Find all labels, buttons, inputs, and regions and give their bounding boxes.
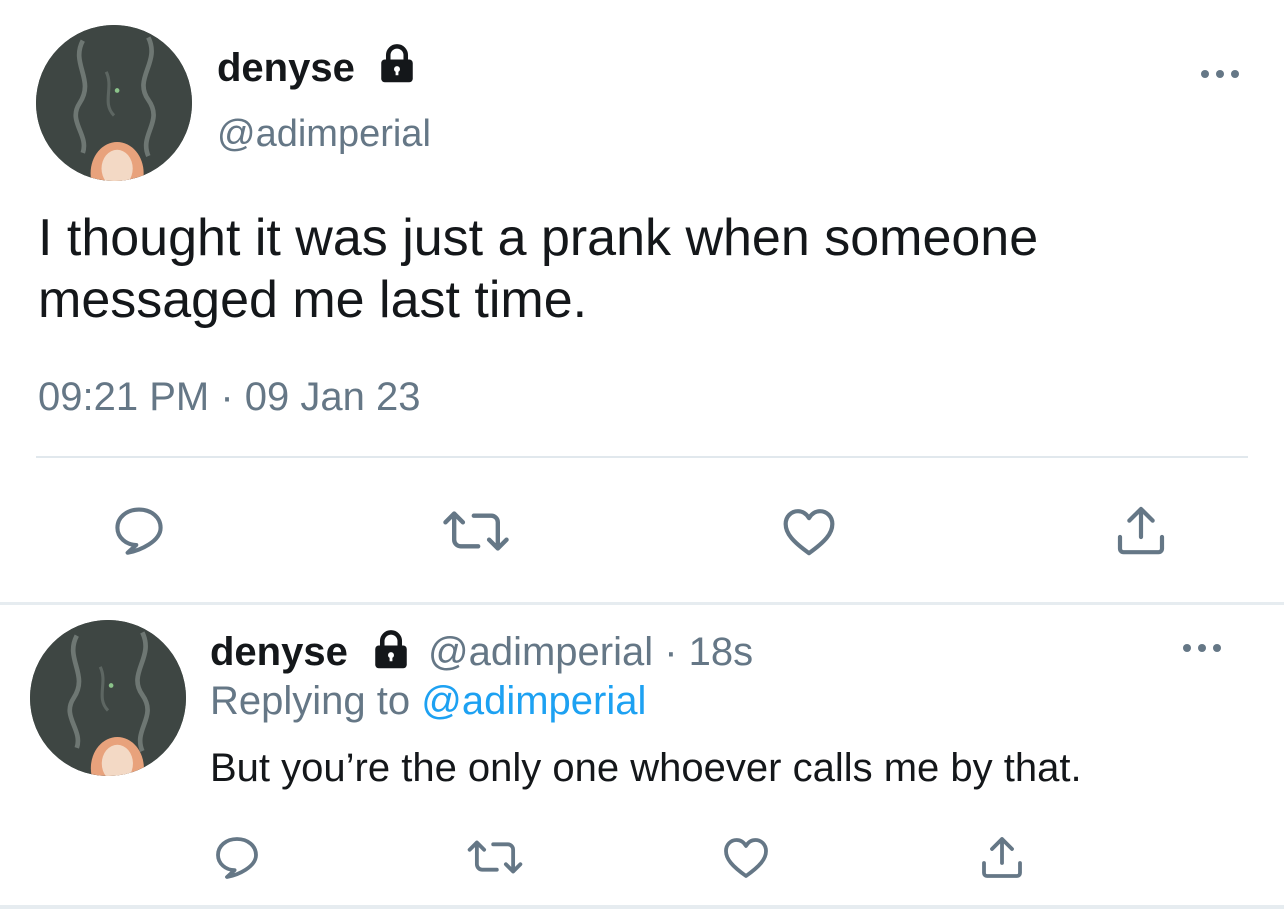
- reply-tweet-text: But you’re the only one whoever calls me…: [210, 746, 1082, 790]
- like-icon[interactable]: [781, 505, 837, 557]
- more-options-icon[interactable]: [1198, 64, 1242, 84]
- lock-icon: [370, 628, 412, 670]
- bottom-separator: [0, 905, 1284, 909]
- lock-icon: [376, 42, 418, 84]
- tweet-separator: [0, 602, 1284, 605]
- main-tweet-text-line1: I thought it was just a prank when someo…: [38, 209, 1039, 267]
- reply-icon[interactable]: [213, 835, 261, 879]
- main-tweet-divider: [36, 456, 1248, 458]
- replying-to-handle-link[interactable]: @adimperial: [421, 679, 646, 723]
- main-tweet-text-line2: messaged me last time.: [38, 271, 588, 329]
- main-tweet-handle[interactable]: @adimperial: [217, 112, 431, 156]
- replying-to-line: Replying to @adimperial: [210, 678, 646, 724]
- main-tweet-timestamp[interactable]: 09:21 PM · 09 Jan 23: [38, 374, 420, 420]
- share-icon[interactable]: [978, 833, 1026, 881]
- main-tweet-author-name[interactable]: denyse: [217, 45, 355, 91]
- reply-tweet-avatar[interactable]: [30, 620, 186, 776]
- more-options-icon[interactable]: [1180, 638, 1224, 658]
- main-tweet-avatar[interactable]: [36, 25, 192, 181]
- reply-tweet-author-name[interactable]: denyse: [210, 629, 348, 675]
- retweet-icon[interactable]: [441, 507, 511, 555]
- retweet-icon[interactable]: [466, 837, 524, 877]
- replying-to-prefix: Replying to: [210, 679, 422, 723]
- reply-tweet-handle-time[interactable]: @adimperial · 18s: [428, 629, 753, 675]
- reply-icon[interactable]: [111, 505, 167, 555]
- like-icon[interactable]: [722, 835, 770, 879]
- share-icon[interactable]: [1113, 502, 1169, 558]
